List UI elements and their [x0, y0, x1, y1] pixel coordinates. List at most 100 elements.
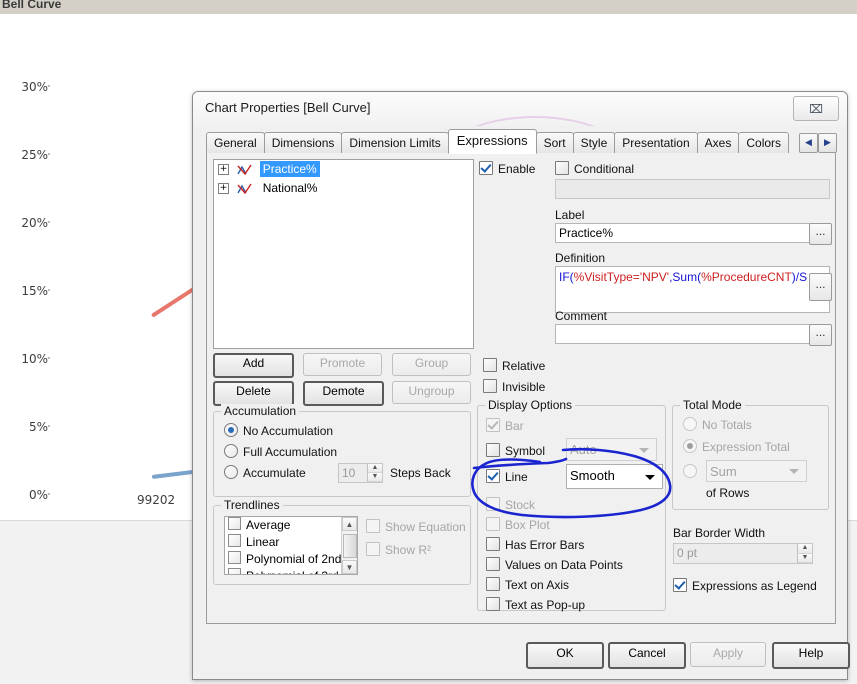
radio-aggregation — [683, 464, 702, 479]
checkbox-label: Symbol — [505, 444, 546, 458]
radio-no-accumulation[interactable]: No Accumulation — [224, 423, 333, 438]
help-button[interactable]: Help — [772, 642, 850, 669]
promote-button: Promote — [303, 353, 382, 376]
tab-colors[interactable]: Colors — [738, 132, 790, 154]
tab-dimension-limits[interactable]: Dimension Limits — [341, 132, 449, 154]
radio-full-accumulation[interactable]: Full Accumulation — [224, 444, 337, 459]
ok-button[interactable]: OK — [526, 642, 604, 669]
decorative-arc — [433, 116, 637, 126]
tree-item-national[interactable]: + National% — [214, 179, 473, 198]
close-icon[interactable]: ⌧ — [793, 96, 839, 121]
y-axis-tick-label: 5% — [28, 420, 48, 434]
spinner-up-icon[interactable]: ▲ — [367, 464, 382, 473]
delete-button[interactable]: Delete — [213, 381, 294, 406]
expressions-as-legend-checkbox[interactable]: Expressions as Legend — [673, 578, 817, 593]
add-button[interactable]: Add — [213, 353, 294, 378]
scrollbar-thumb[interactable] — [343, 534, 357, 558]
checkbox-icon[interactable] — [486, 443, 500, 457]
checkbox-label: Line — [505, 470, 528, 484]
tab-scroll-prev-button[interactable]: ◀ — [799, 133, 818, 153]
expand-icon[interactable]: + — [218, 164, 229, 176]
line-checkbox[interactable]: Line — [486, 469, 528, 484]
checkbox-icon[interactable] — [555, 161, 569, 175]
spinner-down-icon[interactable]: ▼ — [367, 473, 382, 482]
tab-style[interactable]: Style — [572, 132, 616, 154]
comment-field[interactable] — [555, 324, 830, 344]
chevron-down-icon[interactable] — [645, 474, 655, 480]
checkbox-icon — [366, 519, 380, 533]
checkbox-icon[interactable] — [483, 358, 497, 372]
spinner-down-icon: ▼ — [797, 553, 812, 563]
display-options-group-title: Display Options — [485, 398, 576, 412]
checkbox-icon[interactable] — [486, 557, 500, 571]
demote-button[interactable]: Demote — [303, 381, 384, 406]
tab-scroll-next-button[interactable]: ▶ — [818, 133, 837, 153]
radio-label: Full Accumulation — [243, 445, 338, 459]
tab-sort[interactable]: Sort — [535, 132, 574, 154]
checkbox-label: Text on Axis — [505, 578, 570, 592]
series-line-national — [151, 469, 196, 479]
line-combo[interactable]: Smooth — [566, 464, 663, 489]
checkbox-icon[interactable] — [228, 534, 241, 547]
relative-checkbox[interactable]: Relative — [483, 358, 545, 373]
symbol-checkbox[interactable]: Symbol — [486, 443, 545, 458]
enable-checkbox[interactable]: Enable — [479, 161, 535, 176]
list-item[interactable]: Polynomial of 2nd d — [225, 551, 357, 568]
y-axis-tick-label: 20% — [21, 216, 48, 230]
dialog-titlebar[interactable]: Chart Properties [Bell Curve] ⌧ — [193, 92, 847, 126]
listbox-scrollbar[interactable]: ▲ ▼ — [341, 517, 357, 574]
checkbox-icon[interactable] — [486, 597, 500, 611]
expression-tree[interactable]: + Practice% + National% — [213, 159, 474, 349]
definition-field[interactable]: IF(%VisitType='NPV',Sum(%ProcedureCNT)/S — [555, 266, 830, 313]
steps-back-value: 10 — [342, 466, 356, 480]
checkbox-icon[interactable] — [486, 537, 500, 551]
checkbox-label: Bar — [505, 419, 524, 433]
label-browse-button[interactable]: ... — [809, 223, 832, 245]
checkbox-icon[interactable] — [483, 379, 497, 393]
tab-expressions[interactable]: Expressions — [447, 129, 537, 154]
steps-back-label: Steps Back — [390, 466, 451, 480]
checkbox-icon — [486, 517, 500, 531]
list-item[interactable]: Average — [225, 517, 357, 534]
text-as-popup-checkbox[interactable]: Text as Pop-up — [486, 597, 585, 612]
total-mode-group: Total Mode No Totals Expression Total Su… — [672, 398, 829, 510]
tree-item-label: National% — [262, 181, 318, 196]
checkbox-icon[interactable] — [228, 568, 241, 574]
y-axis-tick-mark — [48, 289, 50, 291]
checkbox-icon[interactable] — [228, 551, 241, 564]
conditional-checkbox[interactable]: Conditional — [555, 161, 634, 176]
tree-item-practice[interactable]: + Practice% — [214, 160, 473, 179]
expand-icon[interactable]: + — [218, 183, 229, 195]
has-error-bars-checkbox[interactable]: Has Error Bars — [486, 537, 584, 552]
scroll-up-icon[interactable]: ▲ — [342, 517, 357, 531]
checkbox-icon[interactable] — [228, 517, 241, 530]
text-on-axis-checkbox[interactable]: Text on Axis — [486, 577, 569, 592]
label-field[interactable]: Practice% — [555, 223, 830, 243]
scroll-down-icon[interactable]: ▼ — [342, 560, 357, 574]
comment-browse-button[interactable]: ... — [809, 324, 832, 346]
tab-dimensions[interactable]: Dimensions — [263, 132, 343, 154]
trendlines-listbox[interactable]: Average Linear Polynomial of 2nd d Polyn… — [224, 516, 358, 575]
cancel-button[interactable]: Cancel — [608, 642, 686, 669]
radio-accumulate[interactable]: Accumulate — [224, 465, 306, 480]
tab-axes[interactable]: Axes — [696, 132, 740, 154]
checkbox-icon[interactable] — [486, 469, 500, 483]
tab-general[interactable]: General — [206, 132, 265, 154]
spinner-buttons[interactable]: ▲ ▼ — [367, 464, 382, 482]
list-item[interactable]: Linear — [225, 534, 357, 551]
radio-label: No Totals — [702, 418, 752, 432]
box-plot-checkbox: Box Plot — [486, 517, 550, 532]
definition-browse-button[interactable]: ... — [809, 273, 832, 301]
list-item[interactable]: Polynomial of 3rd d — [225, 568, 357, 574]
checkbox-icon[interactable] — [479, 161, 493, 175]
radio-icon — [224, 465, 238, 479]
invisible-checkbox[interactable]: Invisible — [483, 379, 545, 394]
checkbox-icon[interactable] — [673, 578, 687, 592]
steps-back-spinner[interactable]: 10 ▲ ▼ — [338, 463, 383, 483]
values-on-data-points-checkbox[interactable]: Values on Data Points — [486, 557, 623, 572]
checkbox-label: Values on Data Points — [505, 558, 623, 572]
conditional-field[interactable] — [555, 179, 830, 199]
checkbox-label: Enable — [498, 162, 536, 176]
tab-presentation[interactable]: Presentation — [614, 132, 698, 154]
checkbox-icon[interactable] — [486, 577, 500, 591]
